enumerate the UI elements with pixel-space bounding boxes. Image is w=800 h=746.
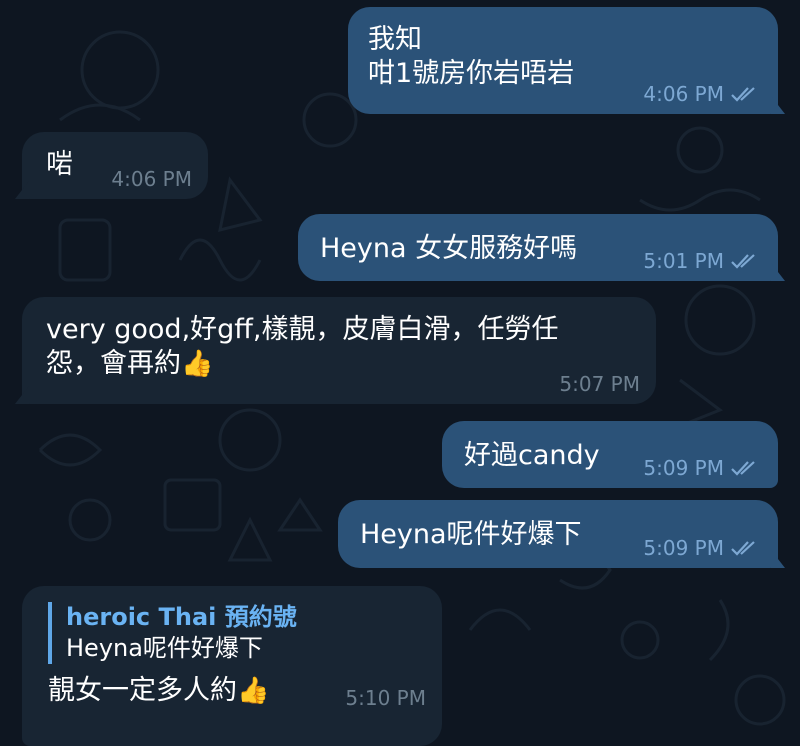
message-bubble-incoming[interactable]: very good,好gff,樣靚，皮膚白滑，任勞任 怨，會再約👍 5:07 P…: [15, 297, 656, 404]
bubble-tail: [771, 263, 785, 281]
message-time: 5:09 PM: [643, 536, 724, 560]
message-meta: 5:07 PM: [559, 374, 640, 394]
message-meta: 5:01 PM: [643, 251, 762, 271]
message-meta: 4:06 PM: [111, 169, 192, 189]
message-meta: 4:06 PM: [643, 84, 762, 104]
reply-quoted-text: Heyna呢件好爆下: [66, 634, 263, 662]
message-time: 5:10 PM: [345, 686, 426, 710]
double-check-icon: [731, 461, 755, 476]
message-bubble-incoming-reply[interactable]: heroic Thai 預約號 Heyna呢件好爆下 靚女一定多人約👍 5:10…: [22, 586, 442, 746]
message-text: Heyna 女女服務好嗎: [320, 233, 578, 264]
message-time: 5:09 PM: [643, 456, 724, 480]
bubble-tail: [771, 96, 785, 114]
reply-quote[interactable]: heroic Thai 預約號 Heyna呢件好爆下: [48, 602, 422, 664]
double-check-icon: [731, 254, 755, 269]
message-bubble-outgoing[interactable]: Heyna 女女服務好嗎 5:01 PM: [298, 214, 785, 281]
message-text: 好過candy: [464, 440, 600, 471]
message-meta: 5:10 PM: [345, 688, 426, 708]
message-meta: 5:09 PM: [643, 538, 762, 558]
message-time: 5:01 PM: [643, 249, 724, 273]
message-text: Heyna呢件好爆下: [360, 519, 582, 550]
double-check-icon: [731, 541, 755, 556]
message-bubble-incoming[interactable]: 啱 4:06 PM: [15, 132, 208, 199]
message-bubble-outgoing[interactable]: Heyna呢件好爆下 5:09 PM: [338, 500, 785, 568]
message-time: 5:07 PM: [559, 372, 640, 396]
double-check-icon: [731, 87, 755, 102]
thumbs-up-icon: 👍: [181, 349, 214, 379]
reply-sender-name: heroic Thai 預約號: [66, 603, 297, 631]
message-bubble-outgoing[interactable]: 好過candy 5:09 PM: [442, 421, 778, 488]
message-time: 4:06 PM: [111, 167, 192, 191]
message-text: 靚女一定多人約: [48, 675, 237, 706]
bubble-tail: [15, 181, 29, 199]
thumbs-up-icon: 👍: [237, 676, 270, 706]
message-meta: 5:09 PM: [643, 458, 762, 478]
message-text: 啱: [46, 149, 73, 180]
bubble-tail: [15, 386, 29, 404]
message-text-line: very good,好gff,樣靚，皮膚白滑，任勞任: [46, 314, 559, 345]
message-text-line: 怨，會再約: [46, 348, 181, 379]
message-bubble-outgoing[interactable]: 我知 咁1號房你岩唔岩 4:06 PM: [348, 7, 785, 114]
bubble-tail: [771, 550, 785, 568]
message-time: 4:06 PM: [643, 82, 724, 106]
message-text-line: 我知: [368, 24, 422, 55]
